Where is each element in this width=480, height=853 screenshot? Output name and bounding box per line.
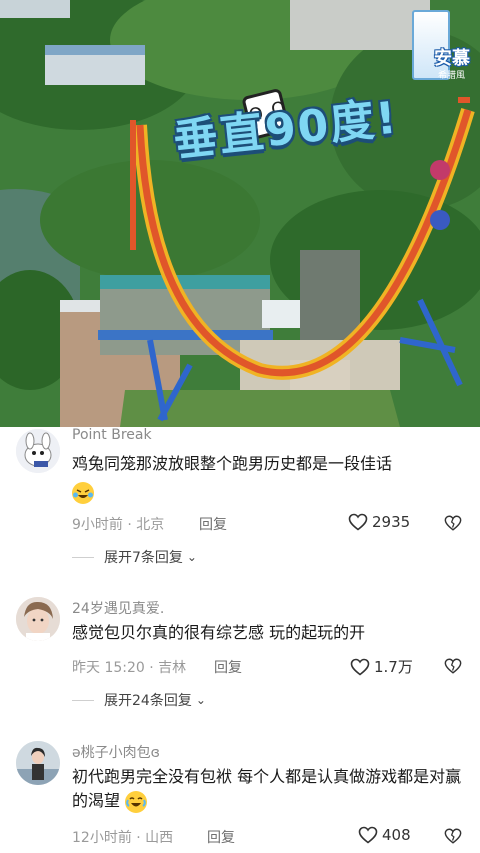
expand-replies-label: 展开7条回复 bbox=[104, 550, 183, 566]
brand-subtext: 希腊風 bbox=[438, 71, 466, 81]
crying-laughing-emoji-icon bbox=[72, 482, 94, 504]
chevron-down-icon: ⌄ bbox=[195, 693, 206, 707]
avatar[interactable] bbox=[16, 429, 60, 473]
username[interactable]: ə桃子小肉包ɞ bbox=[72, 742, 160, 762]
expand-replies-label: 展开24条回复 bbox=[104, 693, 192, 709]
chevron-down-icon: ⌄ bbox=[186, 550, 197, 564]
dislike-button[interactable] bbox=[444, 827, 462, 845]
username[interactable]: 24岁遇见真爱. bbox=[72, 598, 164, 618]
comment-time-location: 昨天 15:20 · 吉林 bbox=[72, 660, 187, 676]
heart-icon bbox=[358, 826, 378, 844]
broken-heart-icon bbox=[444, 658, 462, 674]
divider bbox=[72, 556, 94, 558]
like-count: 408 bbox=[382, 826, 411, 844]
like-count: 2935 bbox=[372, 513, 411, 531]
like-button[interactable]: 408 bbox=[358, 826, 411, 844]
brand-text: 安慕 bbox=[434, 48, 470, 69]
username[interactable]: Point Break bbox=[72, 427, 152, 443]
like-button[interactable]: 2935 bbox=[348, 513, 410, 531]
comment-text-content: 鸡兔同笼那波放眼整个跑男历史都是一段佳话 bbox=[72, 454, 393, 473]
avatar[interactable] bbox=[16, 741, 60, 785]
comment-time-location: 9小时前 · 北京 bbox=[72, 517, 165, 533]
reply-button[interactable]: 回复 bbox=[214, 657, 242, 677]
heart-icon bbox=[350, 658, 370, 676]
heart-icon bbox=[348, 513, 368, 531]
comment-text: 感觉包贝尔真的很有综艺感 玩的起玩的开 bbox=[72, 623, 366, 642]
brand-watermark: 安慕 希腊風 bbox=[408, 10, 480, 82]
like-count: 1.7万 bbox=[374, 658, 413, 676]
comment-text: 鸡兔同笼那波放眼整个跑男历史都是一段佳话 bbox=[72, 452, 464, 504]
divider bbox=[72, 699, 94, 701]
comment-time-location: 12小时前 · 山西 bbox=[72, 830, 174, 846]
dislike-button[interactable] bbox=[444, 514, 462, 532]
tears-of-joy-emoji-icon bbox=[125, 790, 148, 813]
video-frame[interactable]: O_O 垂直90度! 安慕 希腊風 bbox=[0, 0, 480, 427]
broken-heart-icon bbox=[444, 828, 462, 844]
expand-replies-button[interactable]: 展开7条回复 ⌄ bbox=[72, 547, 197, 567]
reply-button[interactable]: 回复 bbox=[207, 827, 235, 847]
broken-heart-icon bbox=[444, 515, 462, 531]
expand-replies-button[interactable]: 展开24条回复 ⌄ bbox=[72, 690, 206, 710]
dislike-button[interactable] bbox=[444, 657, 462, 675]
like-button[interactable]: 1.7万 bbox=[350, 656, 413, 677]
avatar[interactable] bbox=[16, 597, 60, 641]
reply-button[interactable]: 回复 bbox=[199, 514, 227, 534]
comment-text: 初代跑男完全没有包袱 每个人都是认真做游戏都是对赢的渴望 bbox=[72, 765, 464, 813]
